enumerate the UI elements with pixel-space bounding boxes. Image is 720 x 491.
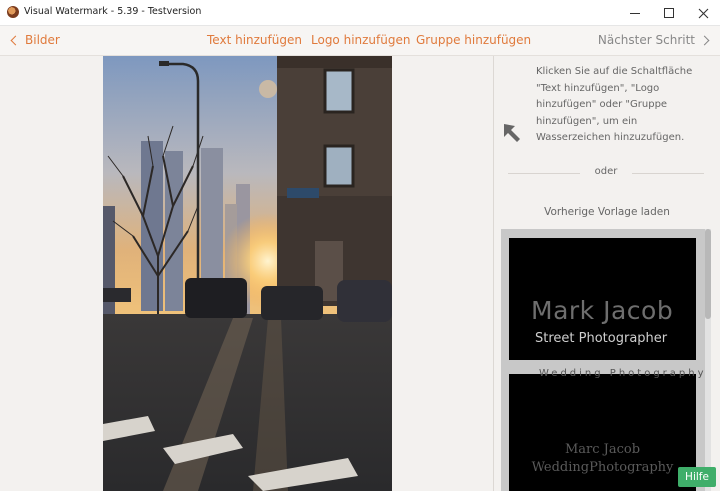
next-step-label: Nächster Schritt [597,33,695,47]
template-item[interactable]: Wedding Photography Marc Jacob WeddingPh… [509,368,704,491]
add-group-button[interactable]: Gruppe hinzufügen [416,33,531,47]
close-button[interactable] [686,0,720,26]
template-subtitle: Street Photographer [535,331,668,346]
load-previous-template-label: Vorherige Vorlage laden [544,206,670,218]
preview-photo[interactable] [103,56,392,491]
divider [508,173,580,174]
maximize-button[interactable] [652,0,686,26]
close-icon [698,8,708,18]
template-subtitle: WeddingPhotography [531,460,674,475]
scrollbar-thumb[interactable] [705,229,711,319]
template-top-text: Wedding Photography [539,368,705,379]
next-step-button[interactable]: Nächster Schritt [597,33,710,47]
toolbar: Bilder Text hinzufügen Logo hinzufügen G… [0,26,720,56]
street-photo-image [103,56,392,491]
preview-area [0,56,494,491]
add-text-button[interactable]: Text hinzufügen [207,33,302,47]
back-label: Bilder [25,33,60,47]
template-name: Marc Jacob [564,442,641,457]
back-to-images-button[interactable]: Bilder [10,33,60,47]
chevron-right-icon [699,35,710,45]
chevron-left-icon [10,35,21,45]
app-logo-icon [7,6,19,18]
instruction-text: Klicken Sie auf die Schaltfläche "Text h… [536,66,693,143]
add-logo-button[interactable]: Logo hinzufügen [311,33,410,47]
title-bar: Visual Watermark - 5.39 - Testversion [0,0,720,26]
template-list: Mark Jacob Street Photographer Wedding P… [501,229,705,491]
arrow-up-left-icon [504,124,520,142]
template-name: Mark Jacob [531,296,674,325]
template-item[interactable]: Mark Jacob Street Photographer [509,238,696,360]
or-label: oder [594,166,618,177]
window-title: Visual Watermark - 5.39 - Testversion [24,6,202,17]
divider [632,173,704,174]
minimize-button[interactable] [618,0,652,26]
help-button[interactable]: Hilfe [678,467,716,487]
template-scrollbar[interactable] [705,229,711,491]
side-panel: Klicken Sie auf die Schaltfläche "Text h… [494,56,720,491]
